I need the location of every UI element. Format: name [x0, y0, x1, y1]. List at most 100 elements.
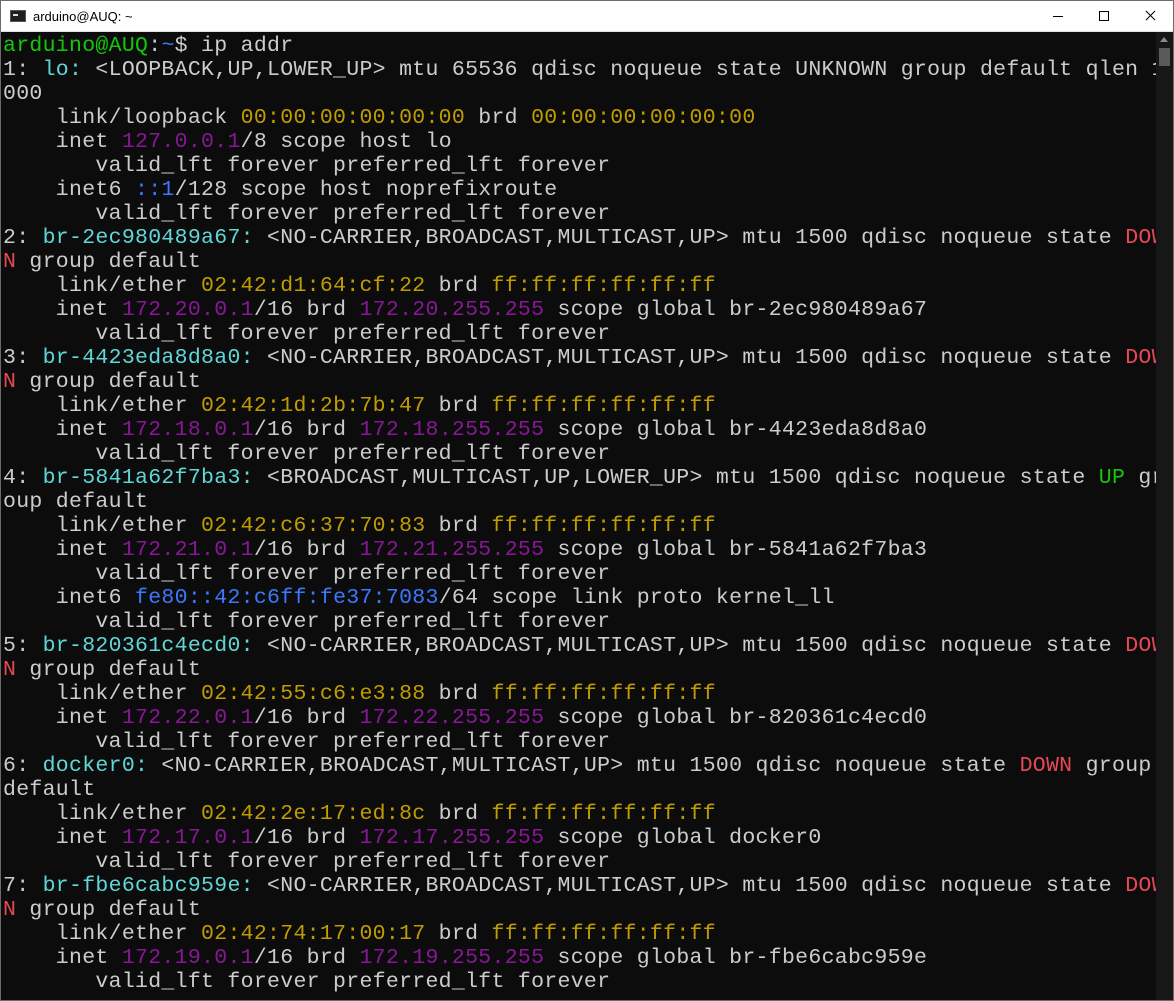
terminal-line: 2: br-2ec980489a67: <NO-CARRIER,BROADCAS…: [3, 226, 1156, 250]
terminal-text: DOW: [1125, 634, 1156, 658]
terminal-text: inet: [3, 706, 122, 730]
terminal-text: DOW: [1125, 226, 1156, 250]
terminal-text: oup default: [3, 490, 149, 514]
terminal-text: docker0:: [42, 754, 149, 778]
close-button[interactable]: [1127, 1, 1173, 31]
terminal-text: 172.20.0.1: [121, 298, 254, 322]
terminal-text: valid_lft forever preferred_lft forever: [3, 730, 611, 754]
terminal-text: brd: [425, 274, 492, 298]
terminal-text: 02:42:c6:37:70:83: [201, 514, 426, 538]
terminal-line: inet 172.21.0.1/16 brd 172.21.255.255 sc…: [3, 538, 927, 562]
terminal-text: valid_lft forever preferred_lft forever: [3, 850, 611, 874]
terminal-line: link/ether 02:42:c6:37:70:83 brd ff:ff:f…: [3, 514, 716, 538]
terminal-line: 4: br-5841a62f7ba3: <BROADCAST,MULTICAST…: [3, 466, 1156, 490]
terminal-text: 172.18.0.1: [121, 418, 254, 442]
terminal-text: br-820361c4ecd0:: [42, 634, 254, 658]
terminal-text: 02:42:2e:17:ed:8c: [201, 802, 426, 826]
title-bar[interactable]: arduino@AUQ: ~: [1, 1, 1173, 32]
terminal-text: 172.20.255.255: [359, 298, 545, 322]
terminal-text: brd: [425, 514, 492, 538]
terminal-text: /8 scope host lo: [240, 130, 452, 154]
terminal-line: inet 172.19.0.1/16 brd 172.19.255.255 sc…: [3, 946, 927, 970]
terminal-line: inet6 fe80::42:c6ff:fe37:7083/64 scope l…: [3, 586, 835, 610]
terminal-text: scope global docker0: [544, 826, 822, 850]
terminal-text: ff:ff:ff:ff:ff:ff: [491, 394, 716, 418]
terminal-text: brd: [425, 922, 492, 946]
terminal-text: arduino@AUQ: [3, 34, 149, 58]
terminal-text: link/loopback: [3, 106, 241, 130]
terminal-line: inet6 ::1/128 scope host noprefixroute: [3, 178, 558, 202]
terminal-text: 02:42:74:17:00:17: [201, 922, 426, 946]
window-title: arduino@AUQ: ~: [33, 8, 133, 24]
terminal-text: valid_lft forever preferred_lft forever: [3, 562, 611, 586]
terminal-text: 172.22.255.255: [359, 706, 545, 730]
terminal-line: valid_lft forever preferred_lft forever: [3, 442, 610, 466]
vertical-scrollbar[interactable]: [1156, 32, 1173, 1000]
terminal-line: valid_lft forever preferred_lft forever: [3, 610, 610, 634]
terminal-text: 02:42:d1:64:cf:22: [201, 274, 426, 298]
terminal-text: 02:42:1d:2b:7b:47: [201, 394, 426, 418]
terminal-line: N group default: [3, 898, 201, 922]
terminal-text: br-2ec980489a67:: [42, 226, 254, 250]
scroll-up-arrow-icon[interactable]: [1160, 37, 1168, 42]
terminal-text: 172.17.0.1: [121, 826, 254, 850]
terminal-text: <NO-CARRIER,BROADCAST,MULTICAST,UP> mtu …: [253, 346, 1126, 370]
terminal-text: 4:: [3, 466, 43, 490]
terminal-line: valid_lft forever preferred_lft forever: [3, 154, 610, 178]
scrollbar-thumb[interactable]: [1159, 48, 1170, 66]
terminal-line: inet 172.18.0.1/16 brd 172.18.255.255 sc…: [3, 418, 927, 442]
terminal-text: link/ether: [3, 514, 202, 538]
terminal-text: N: [3, 898, 17, 922]
terminal-text: /16 brd: [253, 538, 360, 562]
terminal-text: /16 brd: [253, 826, 360, 850]
terminal-line: 000: [3, 82, 43, 106]
terminal-line: valid_lft forever preferred_lft forever: [3, 970, 610, 994]
terminal-text: inet: [3, 946, 122, 970]
terminal-text: valid_lft forever preferred_lft forever: [3, 322, 611, 346]
terminal-line: valid_lft forever preferred_lft forever: [3, 850, 610, 874]
terminal-text: N: [3, 658, 17, 682]
terminal-text: inet: [3, 538, 122, 562]
maximize-button[interactable]: [1081, 1, 1127, 31]
terminal-text: $ ip addr: [174, 34, 294, 58]
terminal-text: br-fbe6cabc959e:: [42, 874, 254, 898]
terminal-text: ff:ff:ff:ff:ff:ff: [491, 802, 716, 826]
terminal-text: group default: [16, 898, 202, 922]
terminal-line: link/ether 02:42:2e:17:ed:8c brd ff:ff:f…: [3, 802, 716, 826]
terminal-output[interactable]: arduino@AUQ:~$ ip addr 1: lo: <LOOPBACK,U…: [1, 32, 1156, 1000]
terminal-text: 5:: [3, 634, 43, 658]
terminal-line: N group default: [3, 658, 201, 682]
terminal-text: inet: [3, 826, 122, 850]
terminal-text: brd: [425, 394, 492, 418]
terminal-text: brd: [465, 106, 532, 130]
terminal-line: link/ether 02:42:d1:64:cf:22 brd ff:ff:f…: [3, 274, 716, 298]
terminal-text: ~: [161, 34, 175, 58]
terminal-text: <NO-CARRIER,BROADCAST,MULTICAST,UP> mtu …: [253, 226, 1126, 250]
terminal-line: valid_lft forever preferred_lft forever: [3, 322, 610, 346]
terminal-line: link/ether 02:42:1d:2b:7b:47 brd ff:ff:f…: [3, 394, 716, 418]
terminal-text: 127.0.0.1: [121, 130, 241, 154]
terminal-line: inet 127.0.0.1/8 scope host lo: [3, 130, 452, 154]
terminal-text: 172.22.0.1: [121, 706, 254, 730]
terminal-line: link/loopback 00:00:00:00:00:00 brd 00:0…: [3, 106, 756, 130]
terminal-text: inet: [3, 298, 122, 322]
terminal-text: <NO-CARRIER,BROADCAST,MULTICAST,UP> mtu …: [253, 634, 1126, 658]
minimize-button[interactable]: [1035, 1, 1081, 31]
terminal-text: :: [148, 34, 162, 58]
terminal-text: brd: [425, 682, 492, 706]
terminal-line: 5: br-820361c4ecd0: <NO-CARRIER,BROADCAS…: [3, 634, 1156, 658]
terminal-line: valid_lft forever preferred_lft forever: [3, 730, 610, 754]
terminal-line: 6: docker0: <NO-CARRIER,BROADCAST,MULTIC…: [3, 754, 1152, 778]
terminal-text: 172.17.255.255: [359, 826, 545, 850]
terminal-text: gr: [1138, 466, 1156, 490]
terminal-line: 1: lo: <LOOPBACK,UP,LOWER_UP> mtu 65536 …: [3, 58, 1156, 82]
terminal-line: inet 172.20.0.1/16 brd 172.20.255.255 sc…: [3, 298, 927, 322]
terminal-text: ::1: [135, 178, 175, 202]
terminal-text: link/ether: [3, 274, 202, 298]
terminal-text: <BROADCAST,MULTICAST,UP,LOWER_UP> mtu 15…: [253, 466, 1099, 490]
terminal-text: ff:ff:ff:ff:ff:ff: [491, 274, 716, 298]
terminal-line: 7: br-fbe6cabc959e: <NO-CARRIER,BROADCAS…: [3, 874, 1156, 898]
terminal-text: 00:00:00:00:00:00: [240, 106, 466, 130]
terminal-text: DOW: [1125, 874, 1156, 898]
terminal-text: 2:: [3, 226, 43, 250]
